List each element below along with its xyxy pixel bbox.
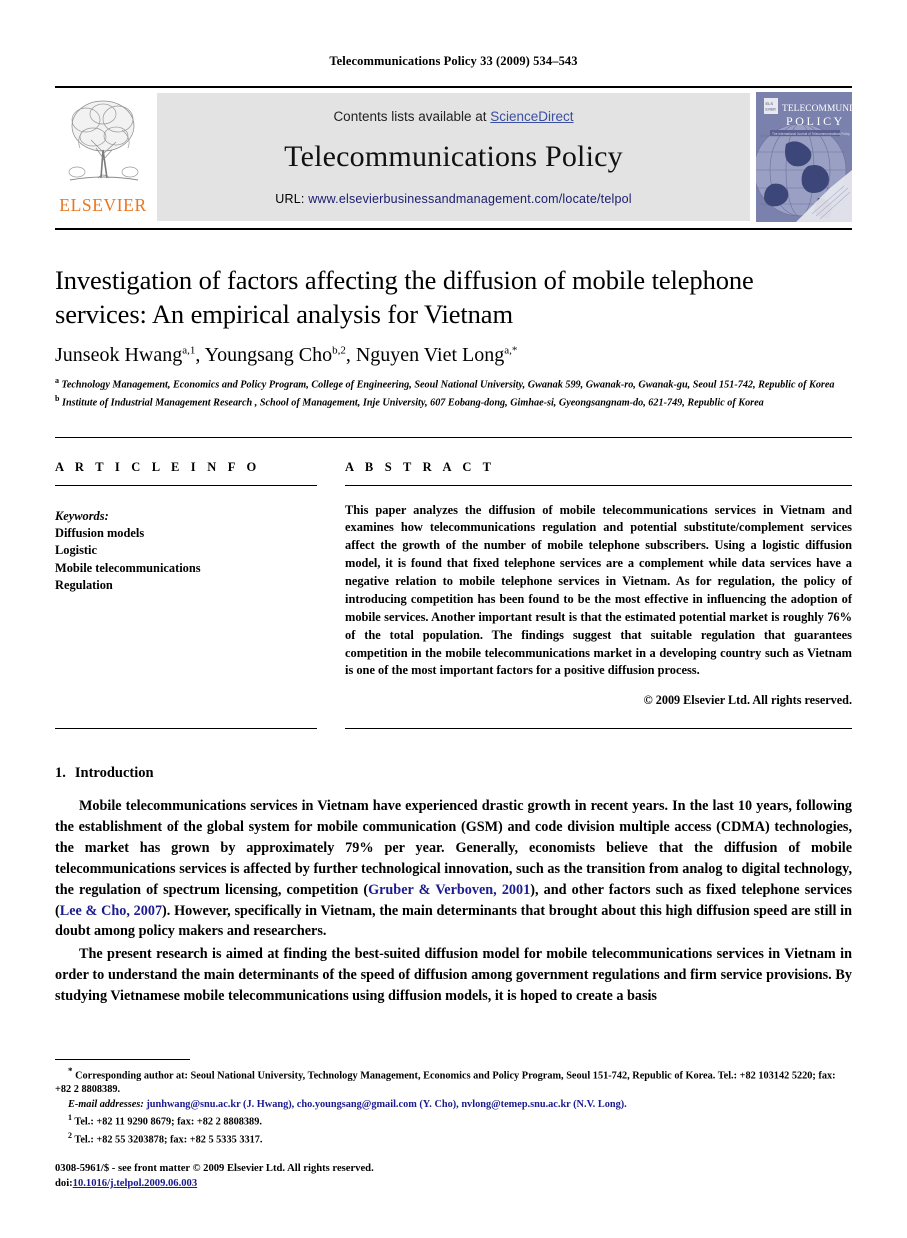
- doi-link[interactable]: 10.1016/j.telpol.2009.06.003: [73, 1178, 197, 1189]
- affiliation-item: b Institute of Industrial Management Res…: [55, 393, 852, 411]
- abstract-rule: [345, 484, 852, 486]
- abstract-bottom-rule: [345, 728, 852, 730]
- info-abstract-bottom-rules: [55, 728, 852, 730]
- abstract-heading: A B S T R A C T: [345, 459, 496, 474]
- affiliation-list: a Technology Management, Economics and P…: [55, 375, 852, 411]
- footnote-text: Tel.: +82 11 9290 8679; fax: +82 2 88083…: [74, 1116, 262, 1128]
- asterisk-mark: *: [68, 1065, 73, 1076]
- keywords-label: Keywords:: [55, 508, 109, 523]
- abstract-text: This paper analyzes the diffusion of mob…: [345, 502, 852, 678]
- author-name: Nguyen Viet Long: [355, 343, 505, 366]
- info-bottom-rule: [55, 728, 345, 730]
- email-addresses[interactable]: junhwang@snu.ac.kr (J. Hwang), cho.young…: [146, 1099, 626, 1110]
- doi-label: doi:: [55, 1177, 73, 1189]
- keyword-item: Logistic: [55, 543, 97, 558]
- keywords-block: Keywords: Diffusion models Logistic Mobi…: [55, 508, 317, 595]
- affiliation-text: Institute of Industrial Management Resea…: [62, 397, 764, 409]
- abstract-column: A B S T R A C T This paper analyzes the …: [345, 460, 852, 709]
- section-heading-introduction: 1. Introduction: [55, 765, 852, 782]
- email-label: E-mail addresses:: [68, 1098, 144, 1110]
- affiliation-mark: a: [55, 375, 59, 385]
- body-paragraph: Mobile telecommunications services in Vi…: [55, 796, 852, 942]
- journal-url-line: URL: www.elsevierbusinessandmanagement.c…: [275, 192, 632, 206]
- keyword-item: Regulation: [55, 578, 113, 593]
- title-block: Investigation of factors affecting the d…: [55, 263, 852, 411]
- sciencedirect-link[interactable]: ScienceDirect: [490, 109, 573, 124]
- masthead-bottom-rule: [55, 228, 852, 230]
- footnote-region: * Corresponding author at: Seoul Nationa…: [55, 1058, 852, 1191]
- author-name: Junseok Hwang: [55, 343, 183, 366]
- author-separator: ,: [195, 343, 205, 366]
- journal-title: Telecommunications Policy: [284, 139, 623, 173]
- paper-page: Telecommunications Policy 33 (2009) 534–…: [0, 0, 907, 1238]
- doi-line: doi:10.1016/j.telpol.2009.06.003: [55, 1176, 852, 1191]
- elsevier-wordmark: ELSEVIER: [59, 195, 147, 215]
- url-label: URL:: [275, 191, 309, 206]
- footnote-note-1: 1 Tel.: +82 11 9290 8679; fax: +82 2 880…: [55, 1112, 852, 1130]
- svg-text:EVIER: EVIER: [766, 108, 777, 112]
- journal-cover-thumbnail: ELS EVIER TELECOMMUNICATIONS POLICY The …: [756, 92, 852, 222]
- contents-prefix: Contents lists available at: [333, 108, 491, 124]
- footnote-mark: 2: [68, 1131, 72, 1141]
- footnote-emails: E-mail addresses: junhwang@snu.ac.kr (J.…: [55, 1098, 852, 1112]
- footnote-note-2: 2 Tel.: +82 55 3203878; fax: +82 5 5335 …: [55, 1130, 852, 1148]
- svg-text:The International Journal of T: The International Journal of Telecommuni…: [772, 132, 850, 136]
- citation-link-lee-cho[interactable]: Lee & Cho, 2007: [60, 903, 162, 919]
- elsevier-tree-icon: [68, 100, 139, 181]
- keyword-item: Diffusion models: [55, 525, 145, 540]
- section-title-text: Introduction: [74, 765, 154, 782]
- footnote-text: Tel.: +82 55 3203878; fax: +82 5 5335 33…: [74, 1134, 263, 1146]
- article-info-rule: [55, 484, 317, 486]
- article-info-column: A R T I C L E I N F O Keywords: Diffusio…: [55, 460, 345, 709]
- footnote-rule: [55, 1058, 190, 1060]
- elsevier-logo: ELSEVIER: [55, 88, 151, 228]
- section-number: 1.: [55, 765, 66, 782]
- author-marks: b,2: [332, 344, 346, 357]
- issn-line: 0308-5961/$ - see front matter © 2009 El…: [55, 1162, 374, 1174]
- svg-text:ELS: ELS: [766, 101, 774, 106]
- journal-masthead: ELSEVIER Contents lists available at Sci…: [55, 86, 852, 228]
- paragraph-text-part: ). However, specifically in Vietnam, the…: [55, 902, 852, 940]
- affiliation-item: a Technology Management, Economics and P…: [55, 375, 852, 393]
- body-paragraph: The present research is aimed at finding…: [55, 946, 852, 1005]
- footnote-mark: 1: [68, 1113, 72, 1123]
- info-abstract-region: A R T I C L E I N F O Keywords: Diffusio…: [55, 436, 852, 709]
- imprint-block: 0308-5961/$ - see front matter © 2009 El…: [55, 1161, 852, 1191]
- article-info-heading: A R T I C L E I N F O: [55, 459, 261, 474]
- contents-available-line: Contents lists available at ScienceDirec…: [333, 109, 573, 124]
- journal-url-link[interactable]: www.elsevierbusinessandmanagement.com/lo…: [308, 192, 632, 206]
- author-name: Youngsang Cho: [204, 343, 333, 366]
- author-separator: ,: [345, 343, 356, 366]
- running-head: Telecommunications Policy 33 (2009) 534–…: [329, 54, 578, 68]
- footnote-text: Corresponding author at: Seoul National …: [55, 1070, 836, 1096]
- svg-text:TELECOMMUNICATIONS: TELECOMMUNICATIONS: [782, 104, 852, 114]
- svg-text:POLICY: POLICY: [786, 114, 845, 128]
- author-list: Junseok Hwanga,1, Youngsang Chob,2, Nguy…: [55, 344, 852, 367]
- keyword-item: Mobile telecommunications: [55, 560, 201, 575]
- footnote-corresponding-author: * Corresponding author at: Seoul Nationa…: [55, 1065, 852, 1098]
- author-marks: a,*: [504, 344, 518, 357]
- journal-banner: Contents lists available at ScienceDirec…: [157, 93, 750, 221]
- citation-link-gruber-verboven[interactable]: Gruber & Verboven, 2001: [368, 882, 530, 898]
- abstract-copyright: © 2009 Elsevier Ltd. All rights reserved…: [643, 693, 852, 708]
- affiliation-text: Technology Management, Economics and Pol…: [61, 379, 835, 391]
- author-marks: a,1: [182, 344, 196, 357]
- affiliation-mark: b: [55, 393, 60, 403]
- paper-title: Investigation of factors affecting the d…: [55, 265, 754, 330]
- journal-cover-art-icon: ELS EVIER TELECOMMUNICATIONS POLICY The …: [756, 92, 852, 222]
